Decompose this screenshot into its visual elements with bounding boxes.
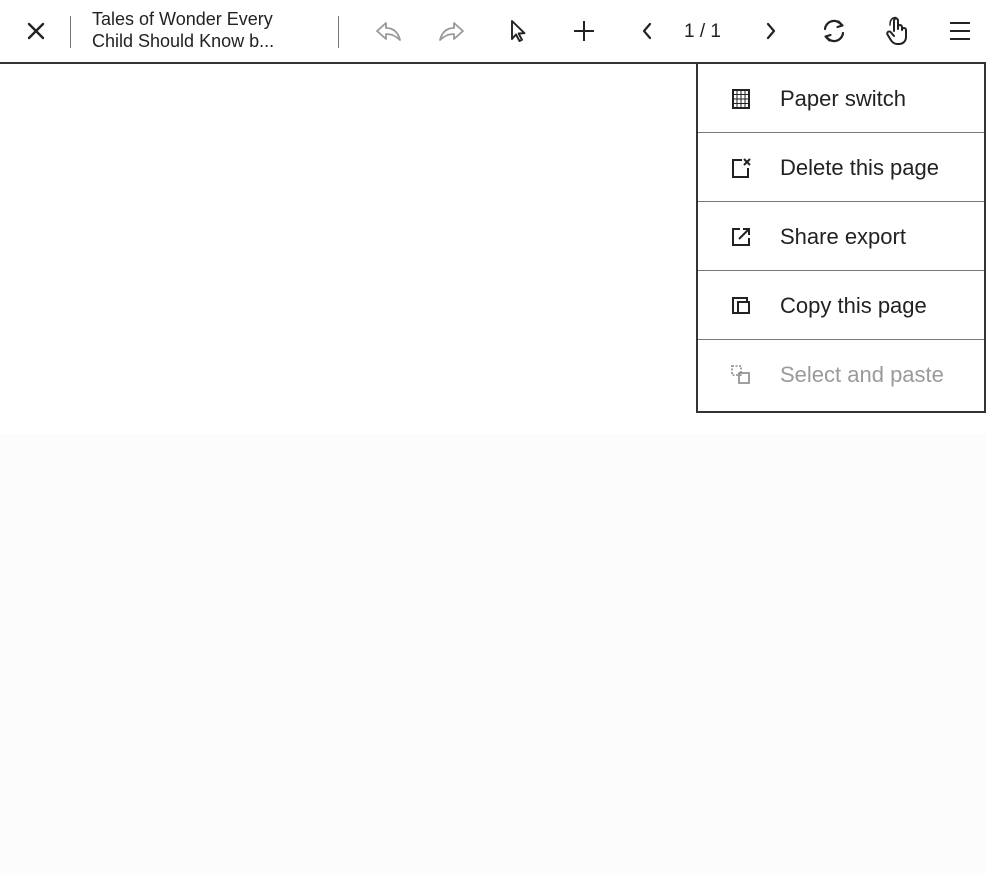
- next-page-button[interactable]: [756, 0, 786, 62]
- document-title: Tales of Wonder Every Child Should Know …: [92, 8, 324, 52]
- delete-page-icon: [732, 158, 751, 178]
- close-icon: [27, 22, 45, 40]
- chevron-right-icon: [766, 22, 776, 40]
- redo-button[interactable]: [432, 0, 472, 62]
- menu-item-label: Share export: [780, 224, 906, 249]
- menu-item-delete-page[interactable]: Delete this page: [698, 133, 984, 202]
- menu-item-label: Copy this page: [780, 293, 927, 318]
- hand-icon: [886, 16, 907, 45]
- canvas-lower-area: [0, 434, 986, 873]
- note-editor: Tales of Wonder Every Child Should Know …: [0, 0, 986, 873]
- chevron-left-icon: [642, 22, 652, 40]
- menu-item-share-export[interactable]: Share export: [698, 202, 984, 271]
- previous-page-button[interactable]: [632, 0, 662, 62]
- menu-item-label: Paper switch: [780, 86, 906, 111]
- share-export-icon: [732, 228, 750, 246]
- close-button[interactable]: [18, 0, 54, 62]
- overflow-menu: Paper switch Delete this page Share expo…: [696, 64, 986, 413]
- copy-page-icon: [732, 297, 750, 314]
- plus-icon: [574, 21, 594, 41]
- toolbar-divider: [338, 16, 339, 48]
- touch-mode-button[interactable]: [878, 0, 918, 62]
- undo-button[interactable]: [368, 0, 408, 62]
- page-indicator: 1 / 1: [684, 21, 721, 42]
- top-toolbar: Tales of Wonder Every Child Should Know …: [0, 0, 986, 64]
- pointer-icon: [511, 20, 526, 42]
- menu-item-select-paste[interactable]: Select and paste: [698, 340, 984, 409]
- menu-button[interactable]: [942, 0, 978, 62]
- toolbar-divider: [70, 16, 71, 48]
- add-page-button[interactable]: [564, 0, 604, 62]
- document-title-line1: Tales of Wonder Every: [92, 9, 273, 29]
- menu-item-copy-page[interactable]: Copy this page: [698, 271, 984, 340]
- sync-button[interactable]: [814, 0, 854, 62]
- paper-grid-icon: [732, 89, 750, 109]
- select-tool-button[interactable]: [498, 0, 538, 62]
- menu-item-paper-switch[interactable]: Paper switch: [698, 64, 984, 133]
- menu-item-label: Select and paste: [780, 362, 944, 387]
- sync-icon: [823, 19, 845, 43]
- redo-icon: [439, 22, 464, 41]
- menu-item-label: Delete this page: [780, 155, 939, 180]
- menu-icon: [950, 22, 970, 40]
- select-paste-icon: [731, 365, 750, 384]
- undo-icon: [376, 22, 401, 41]
- document-title-line2: Child Should Know b...: [92, 31, 275, 51]
